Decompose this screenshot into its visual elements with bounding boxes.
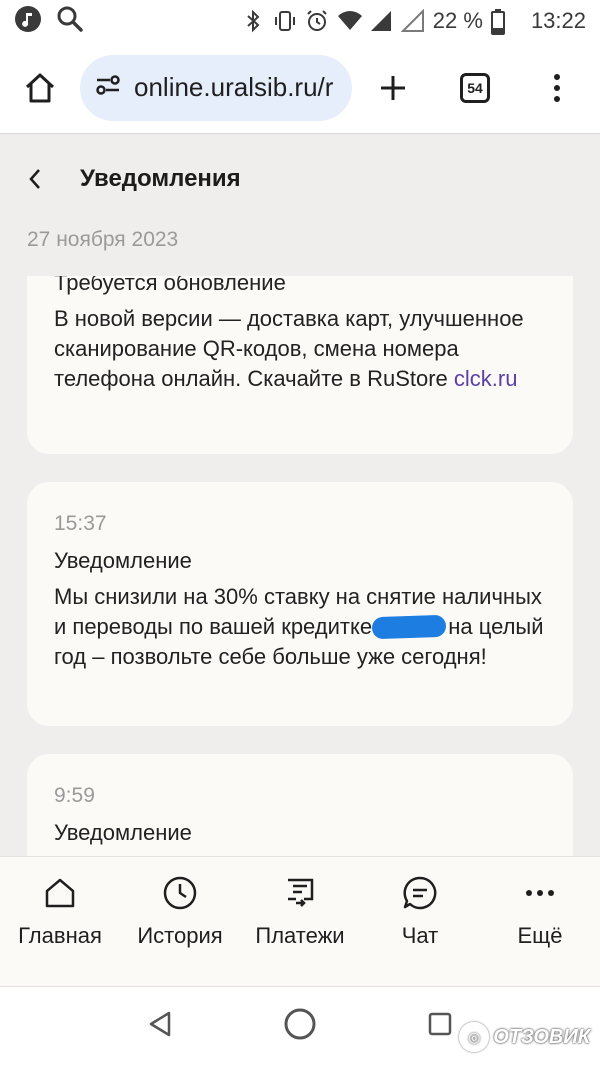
circle-home-icon bbox=[284, 1008, 316, 1040]
more-icon bbox=[526, 890, 554, 896]
address-bar[interactable]: online.uralsib.ru/r bbox=[80, 54, 352, 121]
signal-icon bbox=[369, 9, 393, 33]
redacted-card-number bbox=[371, 614, 447, 640]
browser-home-button[interactable] bbox=[0, 71, 80, 105]
nav-item-chat[interactable]: Чат bbox=[360, 857, 480, 986]
system-back-button[interactable] bbox=[147, 1010, 173, 1043]
nav-label: История bbox=[137, 923, 223, 948]
tabs-count: 54 bbox=[460, 72, 490, 103]
page-header: Уведомления bbox=[0, 134, 600, 224]
nav-item-history[interactable]: История bbox=[120, 857, 240, 986]
system-recents-button[interactable] bbox=[427, 1011, 453, 1042]
url-text: online.uralsib.ru/r bbox=[134, 72, 334, 102]
bluetooth-icon bbox=[241, 9, 265, 33]
watermark-logo: ◎ ОТЗОВИК bbox=[459, 1022, 590, 1052]
tabs-button[interactable]: 54 bbox=[434, 72, 516, 103]
notification-title: Уведомление bbox=[54, 548, 192, 573]
notification-title: Требуется обновление bbox=[54, 276, 286, 295]
browser-toolbar: online.uralsib.ru/r 54 bbox=[0, 42, 600, 134]
search-icon bbox=[56, 5, 84, 38]
notification-body: В новой версии — доставка карт, улучшенн… bbox=[54, 306, 524, 391]
bottom-navigation: Главная История Платежи Чат Ещё bbox=[0, 856, 600, 986]
clock-icon bbox=[163, 876, 197, 910]
date-group-label: 27 ноября 2023 bbox=[27, 228, 179, 251]
music-icon bbox=[14, 5, 42, 38]
watermark-circle-icon: ◎ bbox=[459, 1022, 490, 1052]
signal-empty-icon bbox=[400, 8, 425, 33]
home-icon bbox=[25, 73, 55, 102]
triangle-back-icon bbox=[149, 1011, 171, 1037]
watermark-text: ОТЗОВИК bbox=[493, 1025, 590, 1048]
nav-label: Чат bbox=[401, 923, 439, 948]
chat-icon bbox=[403, 876, 437, 910]
payments-icon bbox=[288, 878, 314, 907]
square-recents-icon bbox=[428, 1012, 452, 1036]
wifi-icon bbox=[337, 9, 362, 33]
home-icon bbox=[45, 878, 75, 908]
status-bar: 22 % 13:22 bbox=[0, 0, 600, 42]
notification-card[interactable]: Требуется обновление В новой версии — до… bbox=[27, 276, 573, 454]
nav-label: Платежи bbox=[255, 923, 345, 948]
chevron-left-icon bbox=[29, 169, 40, 189]
nav-label: Главная bbox=[18, 923, 102, 948]
alarm-icon bbox=[305, 9, 329, 33]
notification-link[interactable]: clck.ru bbox=[454, 366, 518, 391]
nav-item-home[interactable]: Главная bbox=[0, 857, 120, 986]
nav-item-more[interactable]: Ещё bbox=[480, 857, 600, 986]
notification-time: 9:59 bbox=[54, 784, 95, 807]
back-button[interactable] bbox=[0, 134, 70, 224]
site-settings-icon[interactable] bbox=[94, 71, 122, 104]
nav-item-payments[interactable]: Платежи bbox=[240, 857, 360, 986]
battery-icon bbox=[490, 9, 515, 35]
browser-menu-button[interactable] bbox=[516, 73, 598, 103]
kebab-menu-icon bbox=[554, 73, 560, 102]
plus-icon bbox=[381, 75, 405, 100]
system-home-button[interactable] bbox=[283, 1007, 317, 1046]
nav-label: Ещё bbox=[517, 923, 563, 948]
page-title: Уведомления bbox=[80, 165, 241, 192]
notification-card[interactable]: 15:37 Уведомление Мы снизили на 30% став… bbox=[27, 482, 573, 726]
vibrate-icon bbox=[273, 9, 297, 33]
notification-time: 15:37 bbox=[54, 512, 107, 535]
notification-title: Уведомление bbox=[54, 820, 192, 845]
clock-time: 13:22 bbox=[530, 8, 586, 33]
notification-body: Мы снизили на 30% ставку на снятие налич… bbox=[54, 584, 544, 669]
new-tab-button[interactable] bbox=[352, 73, 434, 103]
battery-percent: 22 % bbox=[432, 8, 483, 33]
